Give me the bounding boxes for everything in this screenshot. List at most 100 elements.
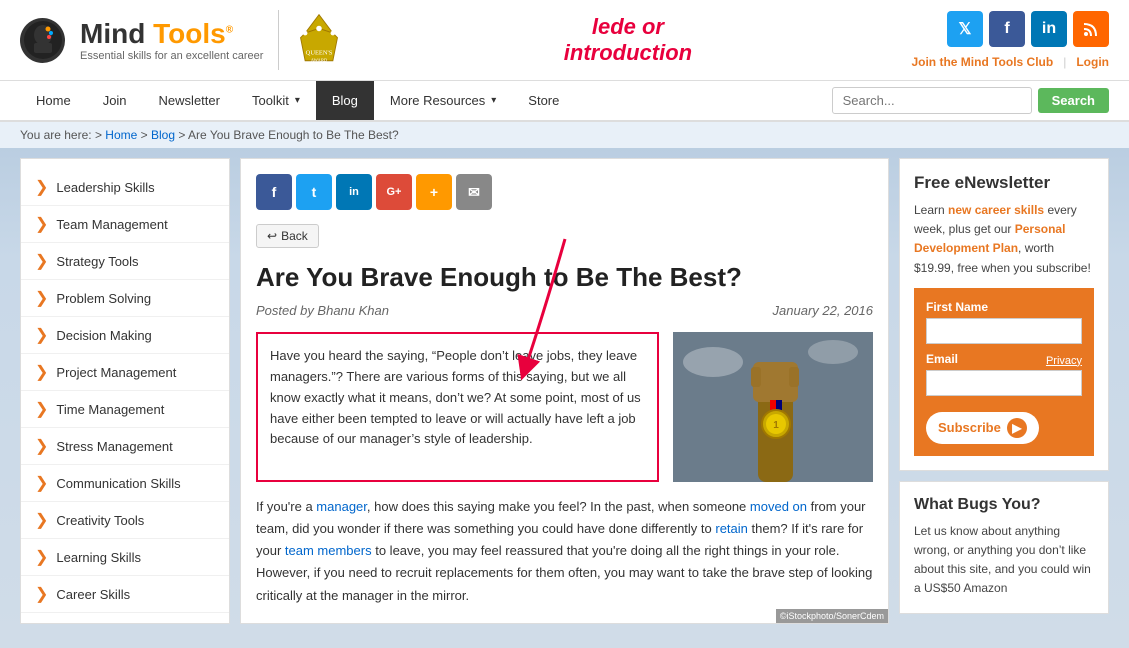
sidebar-item-strategy[interactable]: ❯ Strategy Tools <box>21 243 229 280</box>
article-meta: Posted by Bhanu Khan January 22, 2016 <box>256 303 873 318</box>
sidebar-label-problem: Problem Solving <box>56 291 151 306</box>
enewsletter-title: Free eNewsletter <box>914 173 1094 193</box>
logo-subtitle: Essential skills for an excellent career <box>80 50 263 62</box>
bullet-icon: ❯ <box>35 214 48 234</box>
nav-blog[interactable]: Blog <box>316 81 374 120</box>
enewsletter-form: First Name Email Privacy Subscribe ▶ <box>914 288 1094 456</box>
sidebar-item-learning[interactable]: ❯ Learning Skills <box>21 539 229 576</box>
main-nav: Home Join Newsletter Toolkit ▾ Blog More… <box>0 81 1129 122</box>
bullet-icon: ❯ <box>35 436 48 456</box>
team-members-link[interactable]: team members <box>285 543 372 558</box>
share-facebook-button[interactable]: f <box>256 174 292 210</box>
linkedin-icon[interactable]: in <box>1031 11 1067 47</box>
share-email-button[interactable]: ✉ <box>456 174 492 210</box>
logo-icon <box>20 18 65 63</box>
sidebar-item-problem[interactable]: ❯ Problem Solving <box>21 280 229 317</box>
back-icon: ↩ <box>267 229 277 243</box>
highlight-career-skills: new career skills <box>948 203 1044 217</box>
sidebar-item-career[interactable]: ❯ Career Skills <box>21 576 229 613</box>
nav-join[interactable]: Join <box>87 81 143 120</box>
site-header: Mind Tools® Essential skills for an exce… <box>0 0 1129 81</box>
facebook-icon[interactable]: f <box>989 11 1025 47</box>
toolkit-dropdown-arrow: ▾ <box>295 95 300 106</box>
sidebar-item-decision[interactable]: ❯ Decision Making <box>21 317 229 354</box>
sidebar-label-creativity: Creativity Tools <box>56 513 144 528</box>
sidebar-label-project: Project Management <box>56 365 176 380</box>
sidebar-label-leadership: Leadership Skills <box>56 180 154 195</box>
share-bar: f t in G+ + ✉ <box>256 174 873 210</box>
main-layout: ❯ Leadership Skills ❯ Team Management ❯ … <box>0 148 1129 634</box>
bullet-icon: ❯ <box>35 547 48 567</box>
svg-text:AWARD: AWARD <box>311 58 328 63</box>
breadcrumb-label: You are here: > <box>20 128 105 142</box>
moved-on-link[interactable]: moved on <box>750 499 807 514</box>
social-icons: 𝕏 f in <box>947 11 1109 47</box>
search-button[interactable]: Search <box>1038 88 1109 113</box>
firstname-label: First Name <box>926 300 1082 314</box>
sidebar-label-time: Time Management <box>56 402 164 417</box>
left-sidebar: ❯ Leadership Skills ❯ Team Management ❯ … <box>20 158 230 624</box>
breadcrumb-blog[interactable]: Blog <box>151 128 175 142</box>
whatbugs-box: What Bugs You? Let us know about anythin… <box>899 481 1109 614</box>
nav-store[interactable]: Store <box>512 81 575 120</box>
firstname-input[interactable] <box>926 318 1082 344</box>
back-button[interactable]: ↩ Back <box>256 224 319 248</box>
login-link[interactable]: Login <box>1076 55 1109 69</box>
breadcrumb-current: Are You Brave Enough to Be The Best? <box>188 128 399 142</box>
logo-mind: Mind <box>80 18 145 49</box>
sidebar-item-project[interactable]: ❯ Project Management <box>21 354 229 391</box>
retain-link[interactable]: retain <box>715 521 748 536</box>
email-input[interactable] <box>926 370 1082 396</box>
bullet-icon: ❯ <box>35 251 48 271</box>
article-image-placeholder: 1 ©iStockphoto/SonerCdem <box>673 332 873 482</box>
sidebar-item-communication[interactable]: ❯ Communication Skills <box>21 465 229 502</box>
header-right: 𝕏 f in Join the Mind Tools Club | Login <box>911 11 1109 69</box>
sidebar-label-career: Career Skills <box>56 587 130 602</box>
join-club-link[interactable]: Join the Mind Tools Club <box>911 55 1053 69</box>
logo-tools: Tools <box>153 18 226 49</box>
article-title: Are You Brave Enough to Be The Best? <box>256 262 873 293</box>
whatbugs-title: What Bugs You? <box>914 496 1094 514</box>
manager-link[interactable]: manager <box>316 499 367 514</box>
highlight-pdp: Personal Development Plan <box>914 222 1065 255</box>
nav-home[interactable]: Home <box>20 81 87 120</box>
queen-award: QUEEN'S AWARD <box>278 10 344 70</box>
nav-search: Search <box>832 81 1109 120</box>
nav-more-resources[interactable]: More Resources ▾ <box>374 81 512 120</box>
article-author: Posted by Bhanu Khan <box>256 303 389 318</box>
sidebar-item-team[interactable]: ❯ Team Management <box>21 206 229 243</box>
rss-icon[interactable] <box>1073 11 1109 47</box>
share-googleplus-button[interactable]: G+ <box>376 174 412 210</box>
article-date: January 22, 2016 <box>773 303 873 318</box>
svg-text:QUEEN'S: QUEEN'S <box>306 49 333 56</box>
privacy-link[interactable]: Privacy <box>1046 355 1082 367</box>
main-content: f t in G+ + ✉ ↩ Back <box>240 158 889 624</box>
share-more-button[interactable]: + <box>416 174 452 210</box>
logo-title: Mind Tools® <box>80 18 263 50</box>
sidebar-item-time[interactable]: ❯ Time Management <box>21 391 229 428</box>
search-input[interactable] <box>832 87 1032 114</box>
more-dropdown-arrow: ▾ <box>491 95 496 106</box>
article-intro-text: Have you heard the saying, “People don’t… <box>256 332 659 482</box>
article-image: 1 ©iStockphoto/SonerCdem <box>673 332 873 482</box>
sidebar-item-creativity[interactable]: ❯ Creativity Tools <box>21 502 229 539</box>
back-label: Back <box>281 229 308 243</box>
share-twitter-button[interactable]: t <box>296 174 332 210</box>
sidebar-item-stress[interactable]: ❯ Stress Management <box>21 428 229 465</box>
share-linkedin-button[interactable]: in <box>336 174 372 210</box>
twitter-icon[interactable]: 𝕏 <box>947 11 983 47</box>
bullet-icon: ❯ <box>35 362 48 382</box>
right-sidebar: Free eNewsletter Learn new career skills… <box>899 158 1109 624</box>
subscribe-label: Subscribe <box>938 420 1001 435</box>
nav-newsletter[interactable]: Newsletter <box>143 81 236 120</box>
subscribe-button[interactable]: Subscribe ▶ <box>926 412 1039 444</box>
logo-text: Mind Tools® Essential skills for an exce… <box>80 18 263 62</box>
bullet-icon: ❯ <box>35 584 48 604</box>
logo-area: Mind Tools® Essential skills for an exce… <box>20 10 344 70</box>
email-label: Email <box>926 352 958 366</box>
nav-toolkit[interactable]: Toolkit ▾ <box>236 81 316 120</box>
svg-text:1: 1 <box>773 420 779 431</box>
bullet-icon: ❯ <box>35 510 48 530</box>
sidebar-item-leadership[interactable]: ❯ Leadership Skills <box>21 169 229 206</box>
breadcrumb-home[interactable]: Home <box>105 128 137 142</box>
